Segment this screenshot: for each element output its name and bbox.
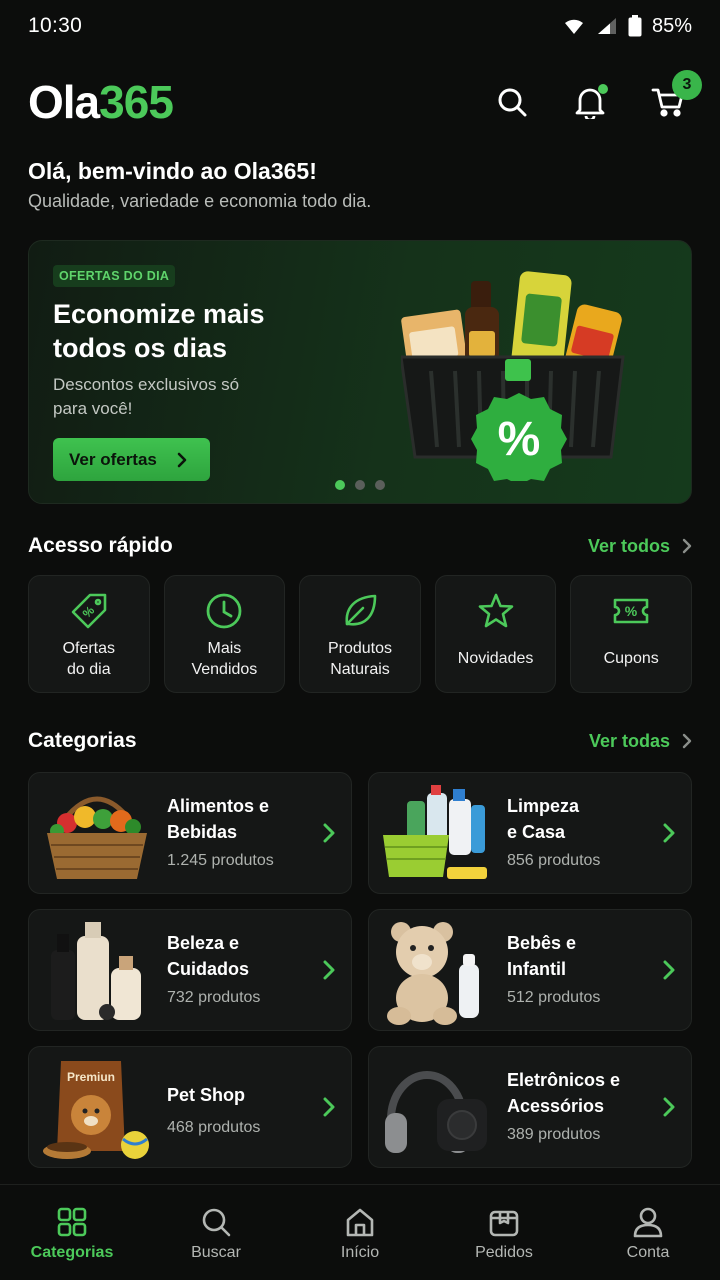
signal-icon bbox=[597, 18, 616, 34]
notifications-button[interactable] bbox=[572, 84, 608, 120]
cart-count-badge: 3 bbox=[672, 70, 702, 100]
banner-tag: OFERTAS DO DIA bbox=[53, 265, 176, 287]
carousel-dot-1[interactable] bbox=[335, 480, 345, 490]
category-bebes[interactable]: Bebês e Infantil 512 produtos bbox=[368, 909, 692, 1031]
box-icon bbox=[489, 1210, 519, 1236]
wifi-icon bbox=[564, 19, 583, 34]
chevron-right-icon bbox=[323, 823, 335, 843]
welcome-subtitle: Qualidade, variedade e economia todo dia… bbox=[28, 191, 372, 211]
categories-title: Categorias bbox=[28, 729, 137, 752]
quick-item-produtos-naturais[interactable]: Produtos Naturais bbox=[299, 575, 421, 693]
categories-header: Categorias Ver todas bbox=[28, 729, 692, 753]
nav-buscar[interactable]: Buscar bbox=[156, 1206, 276, 1262]
tag-percent-icon: % bbox=[71, 593, 107, 629]
banner-title: Economize mais todos os dias bbox=[53, 299, 265, 363]
category-count: 732 produtos bbox=[167, 989, 261, 1006]
nav-conta[interactable]: Conta bbox=[588, 1206, 708, 1262]
chevron-right-icon bbox=[663, 1097, 675, 1117]
teddy-bear-image bbox=[387, 922, 479, 1025]
category-name: Beleza e Cuidados bbox=[167, 933, 250, 979]
search-icon bbox=[498, 88, 527, 117]
category-count: 389 produtos bbox=[507, 1126, 601, 1143]
chevron-right-icon bbox=[682, 538, 692, 554]
category-eletronicos[interactable]: Eletrônicos e Acessórios 389 produtos bbox=[368, 1046, 692, 1168]
home-icon bbox=[346, 1208, 374, 1236]
pet-food-label: Premiun bbox=[67, 1070, 115, 1084]
coupon-icon: % bbox=[613, 598, 649, 624]
category-name: Pet Shop bbox=[167, 1085, 246, 1105]
percent-badge: % bbox=[498, 413, 541, 466]
welcome-section: Olá, bem-vindo ao Ola365! Qualidade, var… bbox=[28, 158, 371, 212]
quick-access-list: % Ofertas do dia Mais Vendidos Produtos … bbox=[28, 575, 692, 693]
nav-pedidos[interactable]: Pedidos bbox=[444, 1206, 564, 1262]
star-icon bbox=[478, 593, 513, 628]
notification-dot bbox=[598, 84, 608, 94]
chevron-right-icon bbox=[323, 960, 335, 980]
category-count: 1.245 produtos bbox=[167, 852, 274, 869]
status-icons: 85% bbox=[562, 15, 692, 38]
category-name: Bebês e Infantil bbox=[507, 933, 577, 979]
cart-button[interactable]: 3 bbox=[650, 70, 702, 120]
carousel-dots bbox=[335, 480, 385, 490]
grid-icon bbox=[57, 1207, 87, 1236]
quick-access-title: Acesso rápido bbox=[28, 534, 173, 557]
chevron-right-icon bbox=[323, 1097, 335, 1117]
chevron-right-icon bbox=[177, 452, 187, 467]
chevron-right-icon bbox=[663, 960, 675, 980]
quick-item-cupons[interactable]: % Cupons bbox=[570, 575, 692, 693]
status-bar: 10:30 85% bbox=[0, 0, 720, 52]
clock-icon bbox=[206, 593, 242, 629]
categories-see-all[interactable]: Ver todas bbox=[589, 731, 692, 752]
chevron-right-icon bbox=[682, 733, 692, 749]
chevron-right-icon bbox=[663, 823, 675, 843]
pet-food-image: Premiun bbox=[43, 1061, 149, 1159]
see-offers-button[interactable]: Ver ofertas bbox=[53, 438, 210, 481]
category-count: 856 produtos bbox=[507, 852, 601, 869]
beauty-bottles-image bbox=[51, 922, 141, 1020]
carousel-dot-3[interactable] bbox=[375, 480, 385, 490]
quick-item-ofertas[interactable]: % Ofertas do dia bbox=[28, 575, 150, 693]
quick-access-see-all[interactable]: Ver todos bbox=[588, 536, 692, 557]
quick-item-novidades[interactable]: Novidades bbox=[434, 575, 557, 693]
svg-text:%: % bbox=[80, 603, 98, 621]
nav-inicio[interactable]: Início bbox=[300, 1206, 420, 1262]
quick-item-mais-vendidos[interactable]: Mais Vendidos bbox=[163, 575, 286, 693]
battery-icon bbox=[628, 15, 642, 37]
status-time: 10:30 bbox=[28, 14, 83, 37]
leaf-icon bbox=[345, 594, 377, 626]
quick-access-header: Acesso rápido Ver todos bbox=[28, 534, 692, 558]
user-icon bbox=[633, 1207, 663, 1237]
svg-text:%: % bbox=[625, 603, 638, 619]
battery-percent: 85% bbox=[651, 14, 692, 37]
category-grid: Alimentos e Bebidas 1.245 produtos Limpe… bbox=[28, 772, 692, 1168]
search-icon bbox=[202, 1208, 231, 1236]
banner-subtitle: Descontos exclusivos só para você! bbox=[53, 375, 240, 418]
carousel-dot-2[interactable] bbox=[355, 480, 365, 490]
welcome-title: Olá, bem-vindo ao Ola365! bbox=[28, 158, 317, 184]
category-pet-shop[interactable]: Premiun Pet Shop 468 produtos bbox=[28, 1046, 352, 1168]
category-name: Limpeza e Casa bbox=[507, 796, 580, 842]
category-name: Alimentos e Bebidas bbox=[167, 796, 270, 842]
cleaning-products-image bbox=[383, 785, 487, 879]
search-button[interactable] bbox=[494, 84, 530, 120]
shopping-basket-image: % bbox=[401, 271, 625, 481]
nav-categorias[interactable]: Categorias bbox=[12, 1206, 132, 1262]
category-count: 468 produtos bbox=[167, 1119, 261, 1136]
bottom-navigation: Categorias Buscar Início Pedidos Conta bbox=[0, 1184, 720, 1280]
app-header: Ola365 3 bbox=[28, 70, 702, 132]
headphones-image bbox=[385, 1071, 487, 1153]
category-alimentos[interactable]: Alimentos e Bebidas 1.245 produtos bbox=[28, 772, 352, 894]
promo-banner[interactable]: OFERTAS DO DIA Economize mais todos os d… bbox=[28, 240, 692, 504]
produce-basket-image bbox=[47, 796, 147, 879]
category-beleza[interactable]: Beleza e Cuidados 732 produtos bbox=[28, 909, 352, 1031]
category-name: Eletrônicos e Acessórios bbox=[507, 1070, 621, 1116]
logo: Ola365 bbox=[28, 76, 174, 128]
category-limpeza[interactable]: Limpeza e Casa 856 produtos bbox=[368, 772, 692, 894]
category-count: 512 produtos bbox=[507, 989, 601, 1006]
